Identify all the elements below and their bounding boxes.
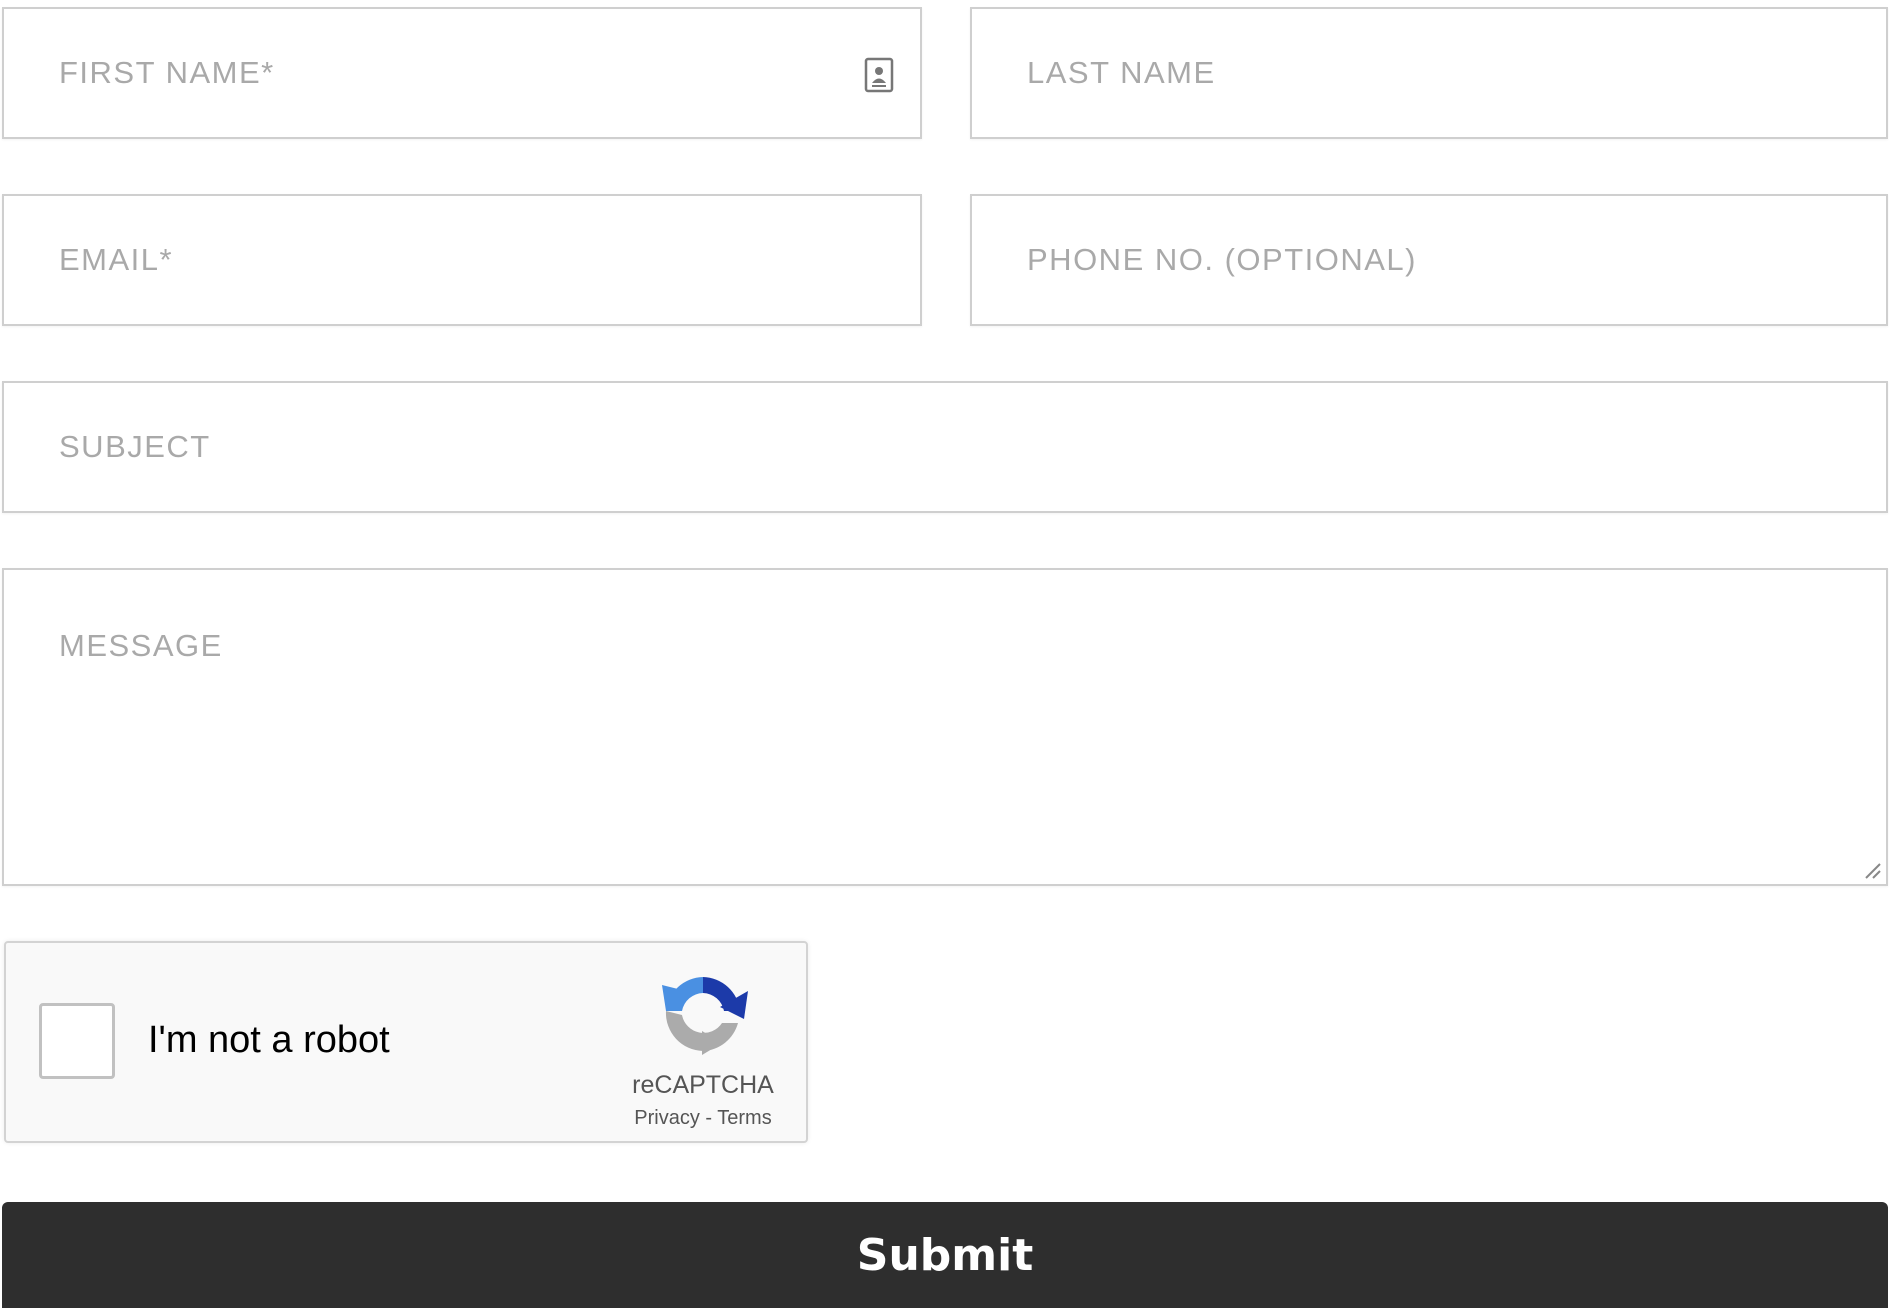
email-field	[2, 194, 922, 326]
phone-field	[970, 194, 1888, 326]
phone-input[interactable]	[972, 196, 1886, 324]
message-textarea[interactable]	[4, 570, 1886, 884]
first-name-field	[2, 7, 922, 139]
contact-form: I'm not a robot reCAPTCHA Privacy - Term…	[0, 0, 1889, 1308]
subject-field	[2, 381, 1888, 513]
recaptcha-links: Privacy - Terms	[606, 1107, 800, 1130]
recaptcha-widget: I'm not a robot reCAPTCHA Privacy - Term…	[4, 941, 808, 1143]
recaptcha-links-separator: -	[699, 1107, 718, 1129]
last-name-field	[970, 7, 1888, 139]
recaptcha-privacy-link[interactable]: Privacy	[634, 1107, 700, 1129]
email-input[interactable]	[4, 196, 920, 324]
recaptcha-terms-link[interactable]: Terms	[717, 1107, 771, 1129]
last-name-input[interactable]	[972, 9, 1886, 137]
recaptcha-logo-icon	[662, 977, 748, 1055]
recaptcha-checkbox[interactable]	[39, 1003, 115, 1079]
recaptcha-label: I'm not a robot	[148, 1019, 390, 1061]
first-name-input[interactable]	[4, 9, 920, 137]
subject-input[interactable]	[4, 383, 1886, 511]
resize-grip-icon[interactable]	[1860, 858, 1882, 880]
recaptcha-brand: reCAPTCHA	[632, 1071, 774, 1099]
submit-button[interactable]: Submit	[2, 1202, 1888, 1308]
contact-card-icon[interactable]	[864, 57, 894, 93]
message-field	[2, 568, 1888, 886]
